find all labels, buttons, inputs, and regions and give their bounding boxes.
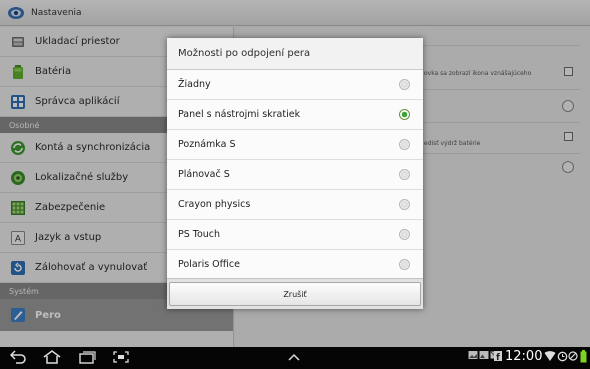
radio-button-selected[interactable]: [399, 109, 410, 120]
radio-button[interactable]: [399, 259, 410, 270]
option-crayon-physics[interactable]: Crayon physics: [167, 190, 423, 220]
back-icon[interactable]: [9, 350, 27, 364]
option-label: Plánovač S: [178, 169, 230, 180]
svg-text:f: f: [496, 353, 500, 361]
home-icon[interactable]: [42, 350, 62, 364]
gallery-icon: [479, 350, 489, 360]
battery-status-icon: [580, 350, 587, 363]
option-s-planner[interactable]: Plánovač S: [167, 160, 423, 190]
clock[interactable]: 12:00: [505, 349, 542, 364]
up-arrow-icon[interactable]: [286, 350, 302, 364]
option-label: Polaris Office: [178, 259, 240, 270]
dialog-footer: Zrušiť: [167, 278, 423, 309]
facebook-icon: f: [494, 351, 502, 361]
radio-button[interactable]: [399, 169, 410, 180]
dialog-title: Možnosti po odpojení pera: [167, 38, 423, 70]
wifi-icon: [544, 350, 556, 362]
cancel-button[interactable]: Zrušiť: [169, 282, 421, 306]
option-label: Žiadny: [178, 79, 211, 90]
option-ps-touch[interactable]: PS Touch: [167, 220, 423, 250]
system-bar: f 12:00: [0, 347, 590, 369]
option-polaris-office[interactable]: Polaris Office: [167, 250, 423, 280]
no-signal-icon: [568, 350, 578, 362]
option-label: Panel s nástrojmi skratiek: [178, 109, 301, 120]
radio-button[interactable]: [399, 199, 410, 210]
image-icon: [468, 350, 478, 360]
screenshot-icon[interactable]: [112, 350, 130, 364]
radio-button[interactable]: [399, 79, 410, 90]
radio-button[interactable]: [399, 229, 410, 240]
recent-apps-icon[interactable]: [78, 350, 96, 364]
option-shortcut-toolbar[interactable]: Panel s nástrojmi skratiek: [167, 100, 423, 130]
radio-button[interactable]: [399, 139, 410, 150]
alarm-icon: [557, 350, 568, 362]
option-label: PS Touch: [178, 229, 221, 240]
option-label: Poznámka S: [178, 139, 236, 150]
pen-detach-options-dialog: Možnosti po odpojení pera Žiadny Panel s…: [167, 38, 423, 309]
option-label: Crayon physics: [178, 199, 251, 210]
option-s-note[interactable]: Poznámka S: [167, 130, 423, 160]
option-none[interactable]: Žiadny: [167, 70, 423, 100]
